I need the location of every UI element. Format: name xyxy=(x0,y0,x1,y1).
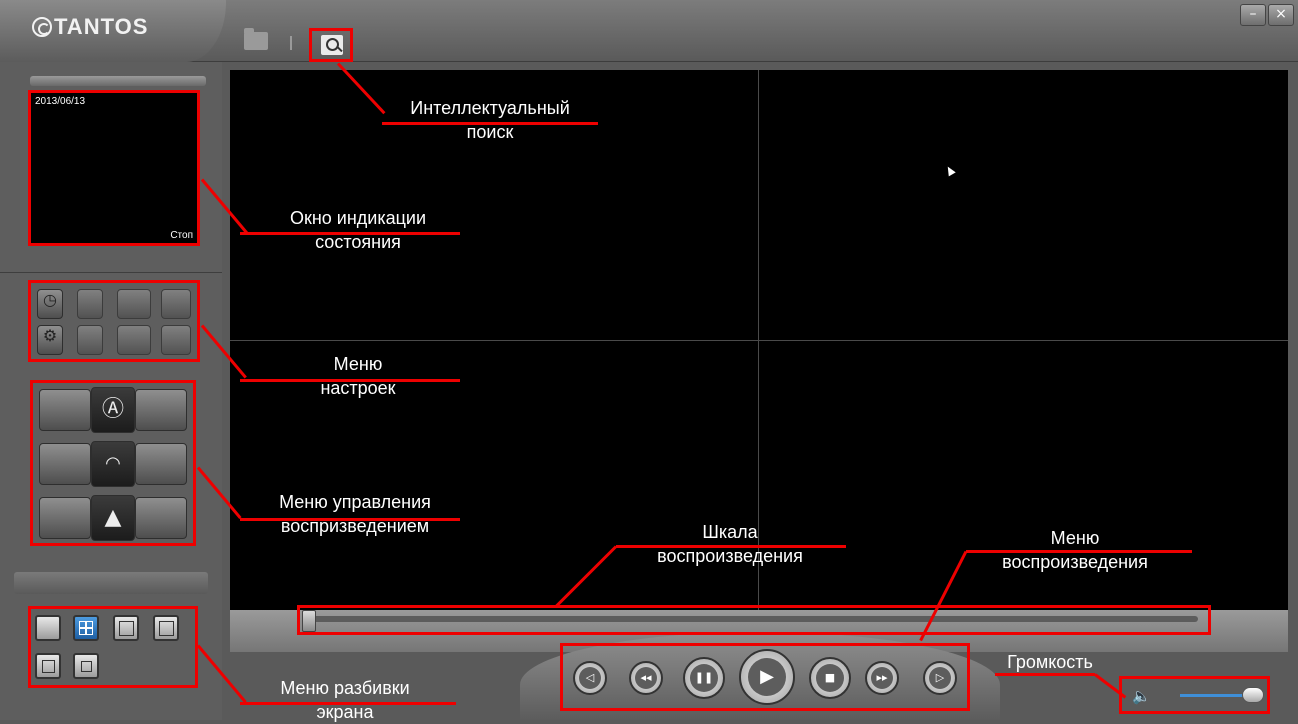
seek-thumb[interactable] xyxy=(302,610,316,632)
plus-icon[interactable] xyxy=(135,443,187,485)
smart-search-icon xyxy=(321,35,343,55)
annotation-volume: Громкость xyxy=(980,650,1120,674)
frame-rewind-icon[interactable] xyxy=(39,389,91,431)
annotation-line: Окно индикации xyxy=(289,208,427,228)
annotation-playback-control: Меню управления воспризведением xyxy=(240,490,470,538)
rotate-right-icon[interactable] xyxy=(135,497,187,539)
speaker-icon[interactable]: 🔈 xyxy=(1132,687,1158,705)
left-panel: 2013/06/13 Стоп ◷ ⚙ Ⓐ ◠ ▲ xyxy=(0,62,222,720)
status-state: Стоп xyxy=(170,230,193,241)
logo-tab: TANTOS xyxy=(0,0,226,62)
stop-icon[interactable]: ■ xyxy=(809,657,851,699)
annotation-line: Меню xyxy=(1050,528,1100,548)
grid-divider-horizontal xyxy=(230,340,1288,341)
eye-icon[interactable] xyxy=(117,289,151,319)
annotation-underline xyxy=(995,673,1095,676)
divider xyxy=(0,272,222,273)
annotation-smart-search: Интеллектуальный поиск xyxy=(380,96,600,144)
title-bar: TANTOS – × xyxy=(0,0,1298,62)
fit-icon[interactable] xyxy=(73,653,99,679)
annotation-line: Интеллектуальный xyxy=(410,98,570,118)
folder-icon[interactable] xyxy=(244,28,268,50)
playback-scale[interactable] xyxy=(297,605,1211,635)
up-arrow-icon[interactable]: ▲ xyxy=(91,495,135,541)
annotation-playback-scale: Шкала воспроизведения xyxy=(630,520,830,568)
playback-menu: ◁ ◂◂ ❚❚ ▶ ■ ▸▸ ▷ xyxy=(560,643,970,711)
rewind-icon[interactable]: ◂◂ xyxy=(629,661,663,695)
status-date: 2013/06/13 xyxy=(35,96,86,107)
playback-control-menu: Ⓐ ◠ ▲ xyxy=(30,380,196,546)
settings-menu: ◷ ⚙ xyxy=(28,280,200,362)
section-header xyxy=(14,572,208,594)
frame-forward-icon[interactable] xyxy=(135,389,187,431)
annotation-line: Громкость xyxy=(1007,652,1093,672)
logo-icon xyxy=(32,17,52,37)
annotation-underline xyxy=(616,545,846,548)
skip-end-icon[interactable]: ▷ xyxy=(923,661,957,695)
annotation-underline xyxy=(966,550,1192,553)
speed-gauge-icon[interactable]: ◠ xyxy=(91,441,135,487)
annotation-underline xyxy=(240,379,460,382)
pen-icon[interactable] xyxy=(77,325,103,355)
gear-icon[interactable]: ⚙ xyxy=(37,325,63,355)
annotation-line: Меню разбивки xyxy=(280,678,410,698)
print-icon[interactable] xyxy=(117,325,151,355)
split-4-icon[interactable] xyxy=(73,615,99,641)
seek-track[interactable] xyxy=(310,616,1198,622)
close-button[interactable]: × xyxy=(1268,4,1294,26)
status-window: 2013/06/13 Стоп xyxy=(28,90,200,246)
annotation-underline xyxy=(382,122,598,125)
window-controls: – × xyxy=(1240,4,1294,26)
lock-icon[interactable] xyxy=(161,289,191,319)
minimize-button[interactable]: – xyxy=(1240,4,1266,26)
clock-icon[interactable]: ◷ xyxy=(37,289,63,319)
annotation-underline xyxy=(240,232,460,235)
split-16-icon[interactable] xyxy=(153,615,179,641)
volume-control: 🔈 xyxy=(1119,676,1270,714)
annotation-line: Меню xyxy=(333,354,383,374)
annotation-status-window: Окно индикации состояния xyxy=(258,206,458,254)
annotation-settings-menu: Меню настроек xyxy=(258,352,458,400)
auto-search-icon[interactable]: Ⓐ xyxy=(91,387,135,433)
brand-name: TANTOS xyxy=(54,14,149,39)
volume-slider-thumb[interactable] xyxy=(1242,687,1264,703)
brand-logo: TANTOS xyxy=(32,14,148,40)
rotate-left-icon[interactable] xyxy=(39,497,91,539)
split-9-icon[interactable] xyxy=(113,615,139,641)
annotation-line: Шкала xyxy=(702,522,758,542)
annotation-line: Меню управления xyxy=(279,492,431,512)
status-window-header xyxy=(30,76,206,86)
annotation-underline xyxy=(240,702,456,705)
skip-start-icon[interactable]: ◁ xyxy=(573,661,607,695)
play-icon[interactable]: ▶ xyxy=(739,649,795,705)
split-1-icon[interactable] xyxy=(35,615,61,641)
pause-icon[interactable]: ❚❚ xyxy=(683,657,725,699)
toolbar-divider xyxy=(290,36,292,50)
smart-search-button[interactable] xyxy=(309,28,353,62)
annotation-underline xyxy=(240,518,460,521)
screen-split-menu xyxy=(28,606,198,688)
annotation-line: воспроизведения xyxy=(1002,552,1148,572)
annotation-split-menu: Меню разбивки экрана xyxy=(240,676,450,724)
save-icon[interactable] xyxy=(161,325,191,355)
minus-icon[interactable] xyxy=(39,443,91,485)
fast-forward-icon[interactable]: ▸▸ xyxy=(865,661,899,695)
file-icon[interactable] xyxy=(77,289,103,319)
fullscreen-icon[interactable] xyxy=(35,653,61,679)
